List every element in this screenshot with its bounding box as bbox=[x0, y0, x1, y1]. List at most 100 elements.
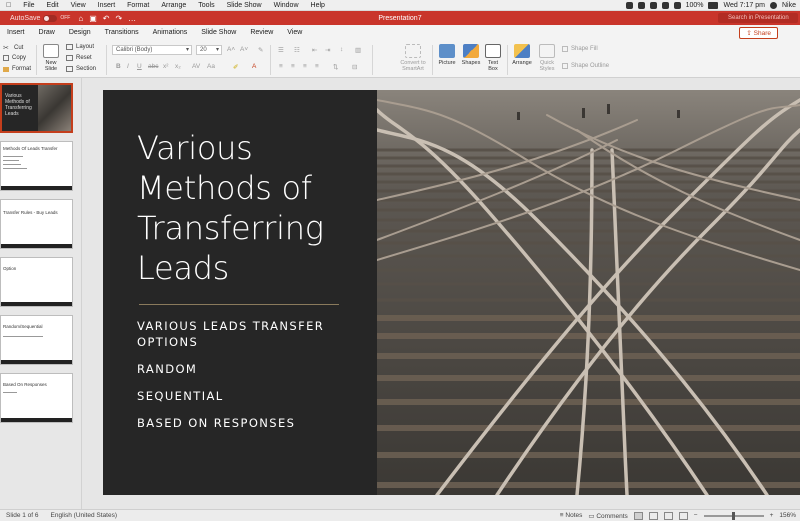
justify-icon[interactable]: ≡ bbox=[315, 63, 319, 70]
highlight-icon[interactable]: ✐ bbox=[233, 63, 238, 71]
apple-icon[interactable]:  bbox=[0, 2, 17, 9]
railway-track-photo[interactable] bbox=[377, 90, 800, 495]
text-box-button[interactable]: Text Box bbox=[483, 44, 503, 72]
char-spacing-icon[interactable]: AV bbox=[192, 63, 200, 70]
font-size-select[interactable]: 20 bbox=[196, 45, 222, 55]
share-button[interactable]: ⇪ Share bbox=[739, 27, 778, 39]
notes-button[interactable]: ≡ Notes bbox=[560, 512, 583, 519]
outdent-icon[interactable]: ⇤ bbox=[312, 46, 317, 54]
cut-button[interactable]: ✂ Cut bbox=[3, 44, 23, 53]
new-slide-button[interactable]: New Slide bbox=[40, 44, 62, 72]
language-indicator[interactable]: English (United States) bbox=[51, 512, 117, 519]
change-case-icon[interactable]: Aa bbox=[207, 63, 215, 70]
autosave-switch[interactable] bbox=[43, 14, 58, 22]
slide-thumbnail-1[interactable]: Various Methods of Transferring Leads bbox=[0, 83, 73, 133]
section-button[interactable]: Section bbox=[66, 66, 96, 72]
slide-thumbnail-6[interactable]: Based On Responses bbox=[0, 373, 73, 423]
bold-icon[interactable]: B bbox=[116, 63, 121, 70]
normal-view-icon[interactable] bbox=[633, 511, 643, 520]
superscript-icon[interactable]: x² bbox=[163, 63, 168, 70]
status-icon[interactable] bbox=[649, 1, 657, 9]
picture-button[interactable]: Picture bbox=[436, 44, 458, 66]
clock[interactable]: Wed 7:17 pm bbox=[723, 2, 765, 9]
menu-edit[interactable]: Edit bbox=[41, 2, 65, 9]
align-right-icon[interactable]: ≡ bbox=[303, 63, 307, 70]
tab-review[interactable]: Review bbox=[243, 25, 280, 41]
line-spacing-icon[interactable]: ↕ bbox=[340, 46, 343, 53]
undo-icon[interactable]: ↶ bbox=[103, 14, 110, 23]
tab-draw[interactable]: Draw bbox=[32, 25, 62, 41]
font-color-icon[interactable]: A bbox=[252, 63, 256, 70]
indent-icon[interactable]: ⇥ bbox=[325, 46, 330, 54]
arrange-button[interactable]: Arrange bbox=[511, 44, 533, 66]
clear-format-icon[interactable]: ✎ bbox=[258, 46, 263, 54]
strikethrough-icon[interactable]: abc bbox=[148, 63, 158, 70]
tab-animations[interactable]: Animations bbox=[146, 25, 195, 41]
numbering-icon[interactable]: ☷ bbox=[294, 46, 300, 54]
slide-bullet-list[interactable]: VARIOUS LEADS TRANSFER OPTIONS RANDOM SE… bbox=[137, 318, 337, 442]
columns-icon[interactable]: ▥ bbox=[355, 46, 361, 54]
bullets-icon[interactable]: ☰ bbox=[278, 46, 284, 54]
layout-button[interactable]: Layout bbox=[66, 44, 94, 50]
slide-thumbnail-4[interactable]: Option bbox=[0, 257, 73, 307]
quick-styles-button[interactable]: Quick Styles bbox=[536, 44, 558, 72]
tab-slide-show[interactable]: Slide Show bbox=[194, 25, 243, 41]
status-icon[interactable] bbox=[637, 1, 645, 9]
increase-font-icon[interactable]: A˄ bbox=[227, 46, 235, 53]
tab-insert[interactable]: Insert bbox=[0, 25, 32, 41]
subscript-icon[interactable]: x₂ bbox=[175, 63, 181, 70]
italic-icon[interactable]: I bbox=[127, 63, 129, 70]
user-name[interactable]: Nike bbox=[782, 2, 796, 9]
slide-title[interactable]: Various Methods of Transferring Leads bbox=[137, 128, 377, 288]
menu-tools[interactable]: Tools bbox=[192, 2, 220, 9]
zoom-level[interactable]: 156% bbox=[779, 512, 796, 519]
comments-button[interactable]: ▭ Comments bbox=[588, 512, 627, 520]
shapes-button[interactable]: Shapes bbox=[460, 44, 482, 66]
tab-transitions[interactable]: Transitions bbox=[98, 25, 146, 41]
underline-icon[interactable]: U bbox=[137, 63, 142, 70]
autosave-toggle[interactable]: AutoSave OFF bbox=[10, 14, 70, 22]
reset-button[interactable]: Reset bbox=[66, 55, 92, 61]
status-icon[interactable] bbox=[625, 1, 633, 9]
battery-icon[interactable] bbox=[708, 1, 719, 9]
shape-fill-button[interactable]: Shape Fill bbox=[562, 46, 598, 52]
reading-view-icon[interactable] bbox=[663, 511, 673, 520]
slide-thumbnail-3[interactable]: Transfer Rules - Buy Leads bbox=[0, 199, 73, 249]
slide-thumbnail-5[interactable]: Random/Sequential bbox=[0, 315, 73, 365]
text-direction-icon[interactable]: ⇅ bbox=[333, 63, 338, 71]
slide-sorter-view-icon[interactable] bbox=[648, 511, 658, 520]
menu-file[interactable]: File bbox=[17, 2, 40, 9]
align-center-icon[interactable]: ≡ bbox=[291, 63, 295, 70]
home-icon[interactable]: ⌂ bbox=[78, 14, 83, 23]
search-input[interactable]: Search in Presentation bbox=[718, 13, 798, 23]
menu-insert[interactable]: Insert bbox=[92, 2, 122, 9]
decrease-font-icon[interactable]: A˅ bbox=[240, 46, 248, 53]
zoom-out-icon[interactable]: − bbox=[694, 512, 698, 519]
menu-slide-show[interactable]: Slide Show bbox=[221, 2, 268, 9]
shape-outline-button[interactable]: Shape Outline bbox=[562, 63, 609, 69]
menu-window[interactable]: Window bbox=[268, 2, 305, 9]
current-slide[interactable]: Various Methods of Transferring Leads VA… bbox=[103, 90, 800, 495]
search-icon[interactable] bbox=[769, 1, 777, 9]
menu-format[interactable]: Format bbox=[121, 2, 155, 9]
copy-button[interactable]: Copy bbox=[3, 55, 26, 61]
zoom-in-icon[interactable]: + bbox=[770, 512, 774, 519]
volume-icon[interactable] bbox=[673, 1, 681, 9]
convert-smartart-button[interactable]: Convert to SmartArt bbox=[396, 44, 430, 72]
wifi-icon[interactable] bbox=[661, 1, 669, 9]
tab-design[interactable]: Design bbox=[62, 25, 98, 41]
align-text-icon[interactable]: ⊟ bbox=[352, 63, 357, 71]
align-left-icon[interactable]: ≡ bbox=[279, 63, 283, 70]
slideshow-view-icon[interactable] bbox=[678, 511, 688, 520]
tab-view[interactable]: View bbox=[280, 25, 309, 41]
menu-view[interactable]: View bbox=[65, 2, 92, 9]
save-icon[interactable]: ▣ bbox=[89, 14, 97, 23]
menu-help[interactable]: Help bbox=[305, 2, 331, 9]
menu-arrange[interactable]: Arrange bbox=[155, 2, 192, 9]
font-name-select[interactable]: Calibri (Body) bbox=[112, 45, 192, 55]
slide-editing-canvas[interactable]: Various Methods of Transferring Leads VA… bbox=[83, 78, 800, 509]
zoom-slider[interactable] bbox=[703, 511, 764, 520]
format-painter-button[interactable]: Format bbox=[3, 66, 31, 72]
slide-thumbnail-2[interactable]: Methods Of Leads Transfer bbox=[0, 141, 73, 191]
customize-qat-icon[interactable]: … bbox=[128, 14, 136, 23]
